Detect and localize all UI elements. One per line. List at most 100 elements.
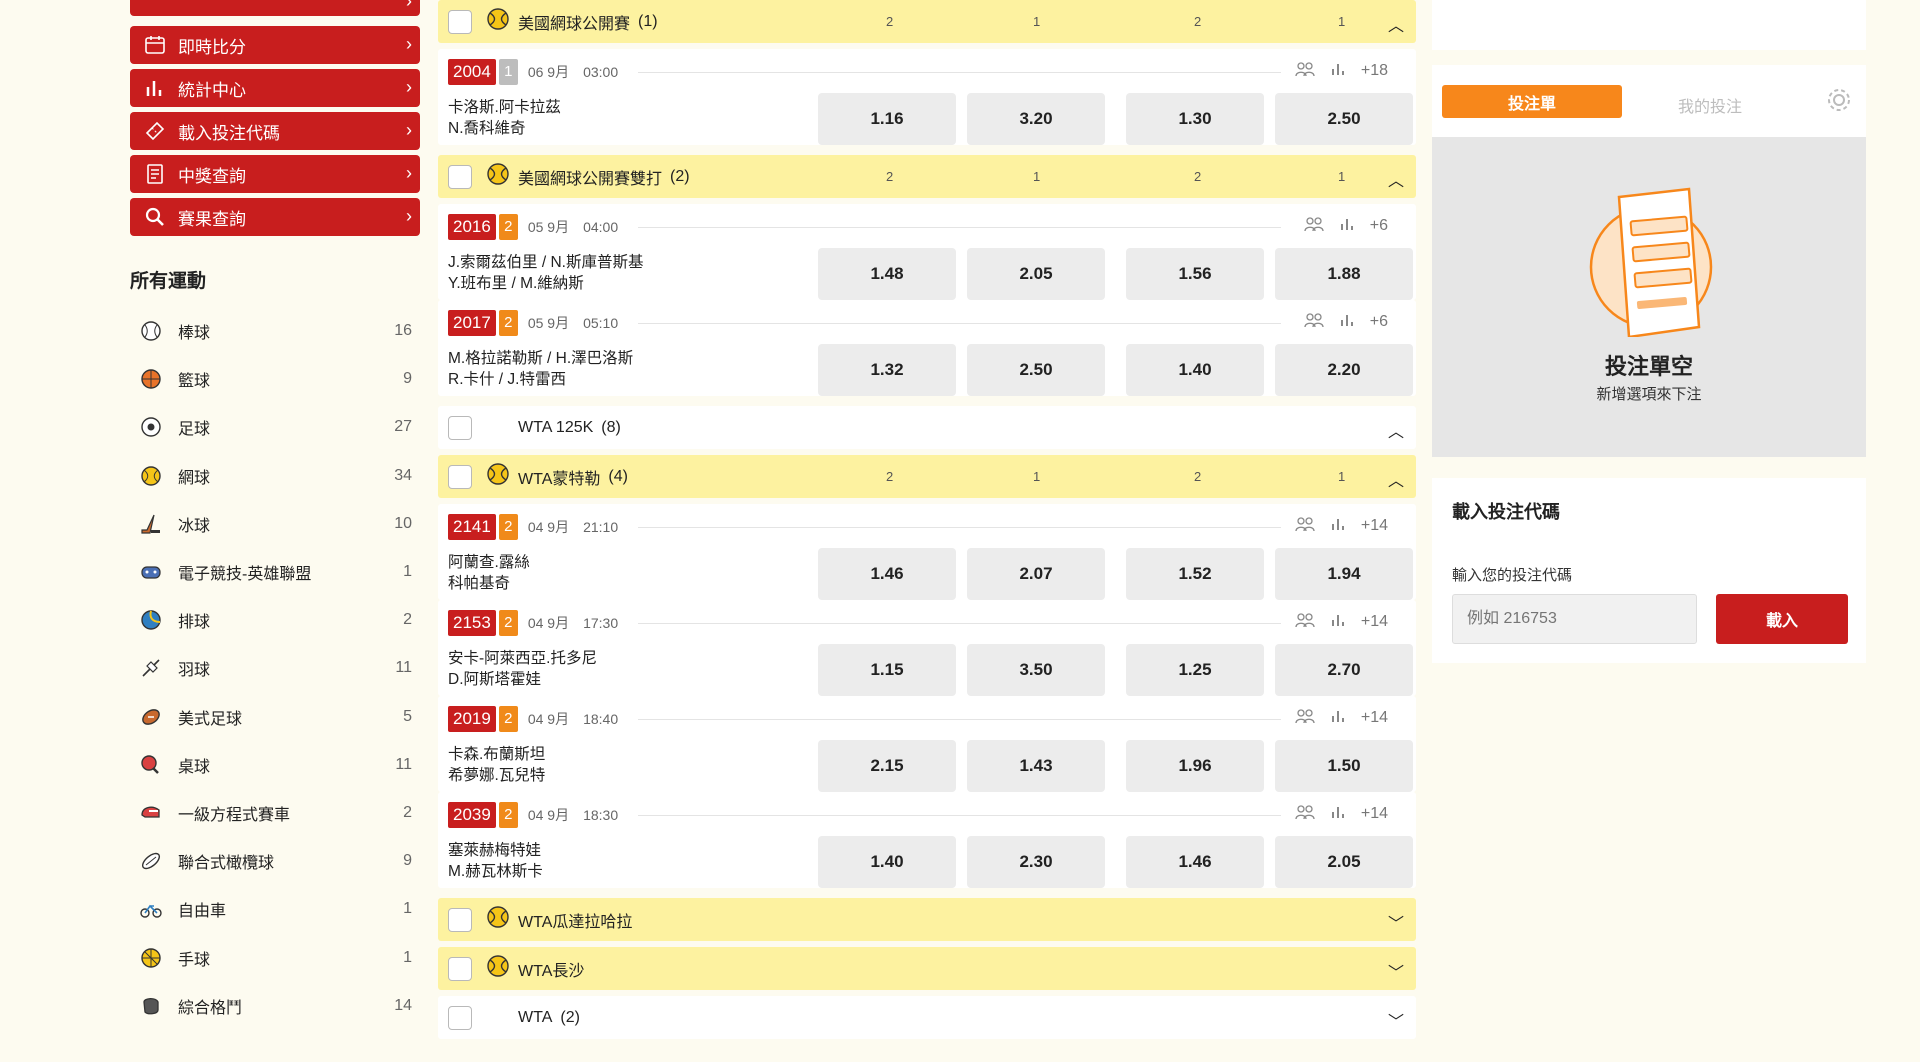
odds-button[interactable]: 1.40 (1126, 344, 1264, 396)
odds-button[interactable]: 2.30 (967, 836, 1105, 888)
odds-button[interactable]: 1.56 (1126, 248, 1264, 300)
odds-button[interactable]: 1.25 (1126, 644, 1264, 696)
odds-button[interactable]: 1.30 (1126, 93, 1264, 145)
sport-item[interactable]: 足球 27 (130, 403, 420, 451)
sport-item[interactable]: 棒球 16 (130, 307, 420, 355)
odds-button[interactable]: 3.50 (967, 644, 1105, 696)
head-to-head-icon[interactable] (1304, 312, 1324, 332)
more-markets-link[interactable]: +14 (1361, 805, 1388, 823)
chevron-down-icon[interactable]: ﹀ (1388, 959, 1404, 983)
more-markets-link[interactable]: +14 (1361, 613, 1388, 631)
chevron-up-icon[interactable]: ︿ (1388, 418, 1404, 442)
league-header[interactable]: WTA 125K (8) ︿ (438, 406, 1416, 449)
odds-button[interactable]: 1.15 (818, 644, 956, 696)
sport-item[interactable]: 電子競技-英雄聯盟 1 (130, 548, 420, 596)
stats-icon[interactable] (1331, 613, 1345, 631)
load-button[interactable]: 載入 (1716, 594, 1848, 644)
stats-icon[interactable] (1331, 709, 1345, 727)
sets-badge: 2 (498, 310, 518, 336)
more-markets-link[interactable]: +14 (1361, 709, 1388, 727)
sidebar-button-ticket[interactable]: 載入投注代碼 › (130, 112, 420, 150)
stats-icon[interactable] (1340, 313, 1354, 331)
sport-item[interactable]: 桌球 11 (130, 741, 420, 789)
odds-button[interactable]: 1.16 (818, 93, 956, 145)
chevron-up-icon[interactable]: ︿ (1388, 167, 1404, 191)
sport-item[interactable]: 手球 1 (130, 933, 420, 981)
sidebar-button-calendar[interactable]: 即時比分 › (130, 26, 420, 64)
odds-button[interactable]: 2.15 (818, 740, 956, 792)
sport-item[interactable]: 羽球 11 (130, 644, 420, 692)
league-header[interactable]: WTA長沙 ﹀ (438, 947, 1416, 990)
favorites-button[interactable]: › (130, 0, 420, 16)
odds-button[interactable]: 1.96 (1126, 740, 1264, 792)
bet-code-input[interactable] (1452, 594, 1697, 644)
sport-item[interactable]: 聯合式橄欖球 9 (130, 837, 420, 885)
odds-button[interactable]: 2.50 (967, 344, 1105, 396)
odds-button[interactable]: 3.20 (967, 93, 1105, 145)
odds-button[interactable]: 2.07 (967, 548, 1105, 600)
chevron-up-icon[interactable]: ︿ (1388, 467, 1404, 491)
league-checkbox[interactable] (448, 164, 472, 189)
stats-icon[interactable] (1331, 805, 1345, 823)
head-to-head-icon[interactable] (1295, 61, 1315, 81)
more-markets-link[interactable]: +14 (1361, 517, 1388, 535)
odds-button[interactable]: 1.43 (967, 740, 1105, 792)
tab-my-bets[interactable]: 我的投注 (1678, 93, 1742, 117)
tab-betslip[interactable]: 投注單 (1442, 85, 1622, 118)
league-header[interactable]: 美國網球公開賽雙打 (2) 2 1 2 1 ︿ (438, 155, 1416, 198)
odds-button[interactable]: 2.05 (1275, 836, 1413, 888)
sport-name: 聯合式橄欖球 (178, 855, 275, 873)
sport-item[interactable]: 自由車 1 (130, 885, 420, 933)
sport-item[interactable]: 一級方程式賽車 2 (130, 789, 420, 837)
head-to-head-icon[interactable] (1295, 708, 1315, 728)
chevron-down-icon[interactable]: ﹀ (1388, 910, 1404, 934)
odds-button[interactable]: 2.70 (1275, 644, 1413, 696)
odds-button[interactable]: 2.20 (1275, 344, 1413, 396)
stats-icon[interactable] (1331, 62, 1345, 80)
head-to-head-icon[interactable] (1295, 612, 1315, 632)
odds-button[interactable]: 1.32 (818, 344, 956, 396)
odds-button[interactable]: 1.46 (818, 548, 956, 600)
odds-button[interactable]: 1.50 (1275, 740, 1413, 792)
sport-item[interactable]: 網球 34 (130, 452, 420, 500)
sport-item[interactable]: 美式足球 5 (130, 693, 420, 741)
league-checkbox[interactable] (448, 9, 472, 34)
more-markets-link[interactable]: +6 (1370, 313, 1388, 331)
chevron-down-icon[interactable]: ﹀ (1388, 1008, 1404, 1032)
odds-button[interactable]: 1.48 (818, 248, 956, 300)
odds-button[interactable]: 1.46 (1126, 836, 1264, 888)
league-checkbox[interactable] (448, 464, 472, 489)
more-markets-link[interactable]: +6 (1370, 217, 1388, 235)
odds-button[interactable]: 2.05 (967, 248, 1105, 300)
odds-button[interactable]: 1.52 (1126, 548, 1264, 600)
head-to-head-icon[interactable] (1304, 216, 1324, 236)
sport-item[interactable]: 綜合格鬥 14 (130, 982, 420, 1030)
head-to-head-icon[interactable] (1295, 804, 1315, 824)
chevron-up-icon[interactable]: ︿ (1388, 12, 1404, 36)
odds-button[interactable]: 1.88 (1275, 248, 1413, 300)
sport-item[interactable]: 排球 2 (130, 596, 420, 644)
head-to-head-icon[interactable] (1295, 516, 1315, 536)
league-header[interactable]: WTA蒙特勒 (4) 2 1 2 1 ︿ (438, 455, 1416, 498)
sidebar-button-search[interactable]: 賽果查詢 › (130, 198, 420, 236)
stats-icon[interactable] (1331, 517, 1345, 535)
odds-button[interactable]: 1.40 (818, 836, 956, 888)
odds-button[interactable]: 1.94 (1275, 548, 1413, 600)
league-header[interactable]: WTA瓜達拉哈拉 ﹀ (438, 898, 1416, 941)
sidebar-button-receipt[interactable]: 中獎查詢 › (130, 155, 420, 193)
league-header[interactable]: WTA (2) ﹀ (438, 996, 1416, 1039)
chevron-right-icon: › (406, 0, 412, 11)
league-checkbox[interactable] (448, 956, 472, 981)
more-markets-link[interactable]: +18 (1361, 62, 1388, 80)
league-checkbox[interactable] (448, 907, 472, 932)
sidebar-button-bar-chart[interactable]: 統計中心 › (130, 69, 420, 107)
gear-icon[interactable] (1826, 87, 1852, 118)
league-checkbox[interactable] (448, 415, 472, 440)
sport-item[interactable]: 籃球 9 (130, 355, 420, 403)
odds-button[interactable]: 2.50 (1275, 93, 1413, 145)
league-header[interactable]: 美國網球公開賽 (1) 2 1 2 1 ︿ (438, 0, 1416, 43)
stats-icon[interactable] (1340, 217, 1354, 235)
sport-item[interactable]: 冰球 10 (130, 500, 420, 548)
match-date: 06 9月 (527, 64, 570, 80)
league-checkbox[interactable] (448, 1005, 472, 1030)
